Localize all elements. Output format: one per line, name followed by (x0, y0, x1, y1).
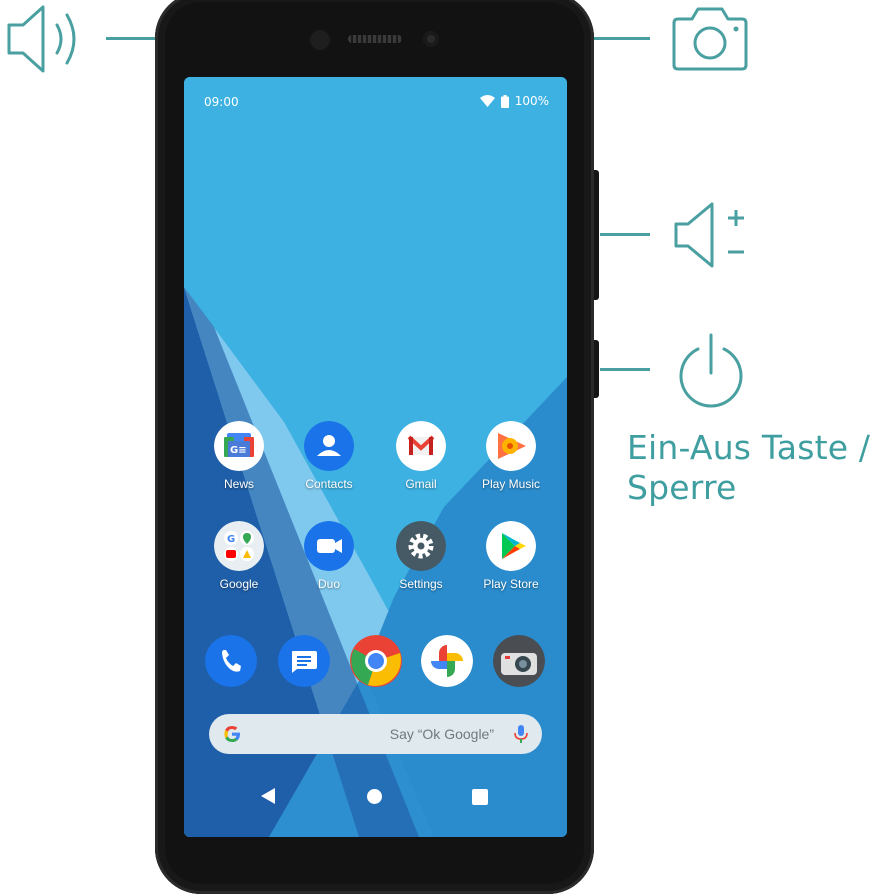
back-button[interactable] (260, 787, 276, 805)
app-label: Google (219, 577, 259, 591)
wifi-icon (479, 95, 495, 107)
settings-icon (396, 521, 446, 571)
svg-text:G≡: G≡ (230, 445, 247, 456)
app-play-music[interactable]: Play Music (466, 421, 556, 491)
app-label: Play Music (481, 477, 540, 491)
search-placeholder: Say “Ok Google” (389, 726, 494, 742)
power-icon (676, 333, 746, 409)
microphone-icon[interactable] (514, 724, 528, 744)
app-label: Duo (317, 577, 340, 591)
proximity-sensor (310, 30, 330, 50)
app-settings[interactable]: Settings (376, 521, 466, 591)
app-label: Settings (399, 577, 443, 591)
volume-plus-minus-icon (672, 200, 748, 270)
power-callout-line (600, 368, 650, 371)
navigation-bar (184, 777, 567, 817)
phone-screen: 09:00 100% G≡ News Contacts Gmail Play M… (184, 77, 567, 837)
recents-button[interactable] (472, 789, 488, 805)
phone-icon[interactable] (205, 635, 257, 687)
volume-callout-line (600, 233, 650, 236)
google-g-icon (224, 726, 240, 742)
chrome-icon[interactable] (350, 635, 402, 687)
duo-icon (304, 521, 354, 571)
svg-text:G: G (227, 534, 235, 545)
app-play-store[interactable]: Play Store (466, 521, 556, 591)
app-label: Play Store (483, 577, 539, 591)
app-label: News (223, 477, 254, 491)
camera-app-icon[interactable] (493, 635, 545, 687)
status-time: 09:00 (204, 95, 239, 109)
power-button-caption: Ein-Aus Taste / Sperre (627, 428, 887, 508)
status-icons: 100% (479, 94, 549, 108)
earpiece-speaker (348, 35, 402, 43)
play-music-icon (486, 421, 536, 471)
messages-icon[interactable] (278, 635, 330, 687)
front-camera (423, 31, 439, 47)
power-caption-line2: Sperre (627, 468, 737, 507)
contacts-icon (304, 421, 354, 471)
play-store-icon (486, 521, 536, 571)
power-caption-line1: Ein-Aus Taste / (627, 428, 871, 467)
camera-icon (670, 5, 750, 71)
speaker-icon (5, 3, 85, 75)
google-search-bar[interactable]: Say “Ok Google” (209, 714, 542, 754)
home-button[interactable] (367, 789, 382, 804)
app-label: Gmail (405, 477, 437, 491)
google-folder-icon: G (214, 521, 264, 571)
google-news-icon: G≡ (214, 421, 264, 471)
app-gmail[interactable]: Gmail (376, 421, 466, 491)
battery-percent: 100% (514, 94, 549, 108)
app-label: Contacts (305, 477, 353, 491)
gmail-icon (396, 421, 446, 471)
battery-icon (500, 94, 509, 108)
app-contacts[interactable]: Contacts (284, 421, 374, 491)
app-duo[interactable]: Duo (284, 521, 374, 591)
status-bar: 09:00 100% (184, 77, 567, 127)
app-news[interactable]: G≡ News (194, 421, 284, 491)
photos-icon[interactable] (421, 635, 473, 687)
app-google-folder[interactable]: G Google (194, 521, 284, 591)
